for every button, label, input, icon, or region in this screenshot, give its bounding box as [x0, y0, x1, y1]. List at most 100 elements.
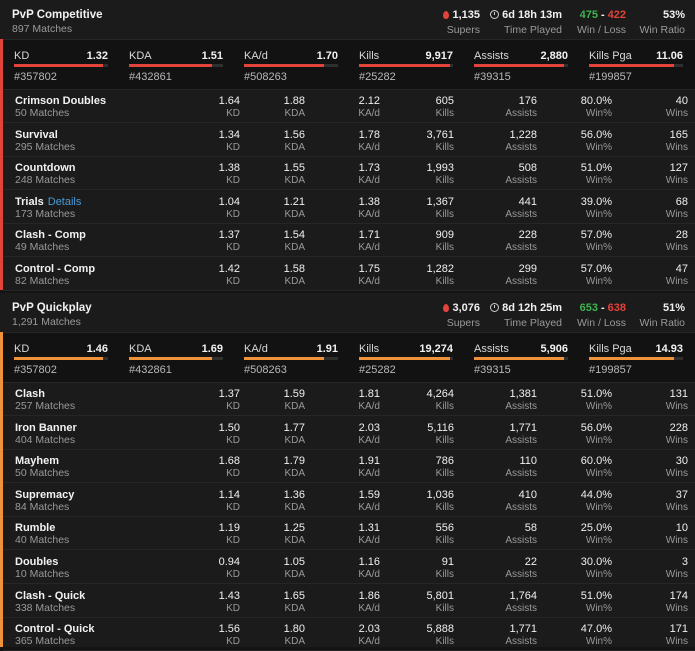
percentile-bar [129, 64, 223, 67]
stat-win-label: Win% [585, 276, 612, 287]
stat-kills-value: 786 [435, 455, 454, 468]
stat-kills-label: Kills [435, 242, 454, 254]
overview-stat-rank: #39315 [474, 364, 511, 376]
game-mode-row[interactable]: Iron Banner 404 Matches 1.50 KD 1.77 KDA 2.03 K… [3, 416, 695, 450]
game-mode-row[interactable]: Clash - Quick 338 Matches 1.43 KD 1.65 KDA 1.8… [3, 584, 695, 618]
stat-win-value: 56.0% [580, 421, 612, 434]
win-loss-label: Win / Loss [576, 317, 626, 329]
game-mode-title: Rumble [15, 522, 56, 535]
stat-kills-value: 1,367 [426, 195, 454, 208]
overview-stat-rank: #432861 [129, 364, 172, 376]
overview-stat-label: KD [14, 50, 30, 62]
game-mode-row[interactable]: Control - Quick 365 Matches 1.56 KD 1.80 KDA 2… [3, 617, 695, 651]
game-mode-row[interactable]: Clash - Comp 49 Matches 1.37 KD 1.54 KDA 1.71 K… [3, 223, 695, 258]
overview-stat-value: 1.70 [316, 50, 338, 62]
stat-win-label: Win% [585, 434, 612, 446]
stat-kda: 1.56 KDA [225, 129, 305, 153]
overview-stat-label: Assists [474, 343, 509, 355]
percentile-bar [244, 64, 338, 67]
overview-stat-rank: #357802 [14, 71, 57, 83]
percentile-bar [589, 64, 683, 67]
overview-stat: KDA 1.69 #432861 [118, 333, 233, 382]
overview-stat: Assists 5,906 #39315 [463, 333, 578, 382]
game-mode-row[interactable]: Countdown 248 Matches 1.38 KD 1.55 KDA 1.73 KA/… [3, 156, 695, 191]
stat-kda-value: 1.25 [283, 522, 305, 535]
stat-kda: 1.36 KDA [225, 489, 305, 513]
game-mode-title: Doubles [15, 556, 59, 568]
details-link[interactable]: Details [48, 196, 82, 208]
game-mode-name: Doubles [15, 556, 58, 568]
stat-kda-value: 1.54 [283, 229, 305, 242]
stat-assists: 508 Assists [457, 162, 537, 186]
supers-label: Supers [446, 24, 480, 36]
stat-kda-value: 1.55 [283, 162, 305, 175]
stat-win-label: Win% [585, 501, 612, 513]
stat-wins-label: Wins [665, 175, 688, 187]
stat-kad: 2.12 KA/d [300, 95, 380, 119]
win-loss-stat: 475-422 Win / Loss [577, 9, 626, 36]
stat-assists: 228 Assists [457, 229, 537, 253]
flame-icon [443, 304, 450, 312]
stat-kad-value: 1.38 [358, 195, 380, 208]
game-mode-row[interactable]: Survival 295 Matches 1.34 KD 1.56 KDA 1.78 KA/d… [3, 123, 695, 157]
game-mode-matches: 10 Matches [15, 568, 70, 580]
game-mode-row[interactable]: Supremacy 84 Matches 1.14 KD 1.36 KDA 1.59 KA/d… [3, 483, 695, 517]
stat-kda: 1.88 KDA [225, 95, 305, 119]
stat-kills-value: 1,282 [426, 263, 454, 275]
stat-kda-label: KDA [284, 141, 305, 153]
stat-kda-value: 1.77 [283, 421, 305, 434]
game-mode-row[interactable]: Rumble 40 Matches 1.19 KD 1.25 KDA 1.31 KA/d 556… [3, 516, 695, 551]
section-match-count: 897 Matches [12, 23, 73, 35]
stat-kda-value: 1.88 [283, 95, 305, 107]
stat-kills-label: Kills [435, 401, 454, 412]
overview-stat-rank: #39315 [474, 71, 511, 83]
pvp-quickplay-section: PvP Quickplay 1,291 Matches 3,076 Supers 8d … [0, 293, 695, 651]
time-played-stat: 6d 18h 13m Time Played [490, 9, 562, 36]
game-mode-title: Supremacy [15, 488, 75, 501]
stat-assists-value: 1,771 [509, 623, 537, 636]
game-mode-row[interactable]: Control - Comp 82 Matches 1.42 KD 1.58 KDA 1.7… [3, 257, 695, 291]
stat-kills-value: 91 [441, 556, 454, 568]
stat-kills: 1,036 Kills [374, 489, 454, 513]
stat-kills-label: Kills [435, 569, 454, 580]
stat-assists-value: 58 [524, 522, 537, 535]
stat-assists-value: 441 [518, 195, 537, 208]
stat-kda: 1.54 KDA [225, 229, 305, 253]
overview-stat-label: Assists [474, 50, 509, 62]
stat-kad: 1.91 KA/d [300, 455, 380, 479]
stat-win-label: Win% [585, 141, 612, 153]
game-mode-matches: 248 Matches [15, 174, 76, 187]
stat-kills: 1,282 Kills [374, 263, 454, 287]
stat-win-value: 51.0% [580, 388, 612, 400]
stat-kad: 1.86 KA/d [300, 590, 380, 614]
game-mode-row[interactable]: Crimson Doubles 50 Matches 1.64 KD 1.88 KDA 2.… [3, 89, 695, 123]
stat-kills-label: Kills [435, 276, 454, 287]
stat-wins-value: 228 [669, 421, 688, 434]
win-ratio-value: 53% [662, 9, 685, 21]
stat-kad-label: KA/d [358, 175, 380, 187]
stat-kda: 1.79 KDA [225, 455, 305, 479]
stat-wins: 28 Wins [608, 229, 688, 253]
stat-wins: 10 Wins [608, 522, 688, 546]
supers-stat: 3,076 Supers [443, 302, 480, 329]
stat-win-label: Win% [585, 535, 612, 547]
game-mode-row[interactable]: Trials Details 173 Matches 1.04 KD 1.21 KDA 1.3… [3, 190, 695, 224]
game-mode-row[interactable]: Mayhem 50 Matches 1.68 KD 1.79 KDA 1.91 KA/d 786… [3, 449, 695, 484]
game-mode-matches: 173 Matches [15, 207, 76, 220]
game-mode-row[interactable]: Clash 257 Matches 1.37 KD 1.59 KDA 1.81 KA/d 4,2… [3, 382, 695, 416]
game-mode-row[interactable]: Doubles 10 Matches 0.94 KD 1.05 KDA 1.16 KA/d 91… [3, 550, 695, 584]
stat-wins: 30 Wins [608, 455, 688, 479]
stat-win: 56.0% Win% [532, 422, 612, 446]
stat-wins: 131 Wins [608, 388, 688, 412]
supers-value: 3,076 [452, 302, 480, 314]
game-mode-title: Control - Quick [15, 623, 95, 636]
stat-win-value: 39.0% [580, 195, 612, 208]
stat-kad-value: 1.31 [358, 522, 380, 535]
percentile-bar [589, 357, 683, 360]
stat-wins-value: 30 [675, 455, 688, 468]
stat-kills-value: 3,761 [426, 128, 454, 141]
stat-kda-label: KDA [284, 108, 305, 119]
time-played-label: Time Played [504, 317, 562, 329]
game-mode-matches: 365 Matches [15, 635, 76, 648]
stat-wins-label: Wins [665, 602, 688, 614]
